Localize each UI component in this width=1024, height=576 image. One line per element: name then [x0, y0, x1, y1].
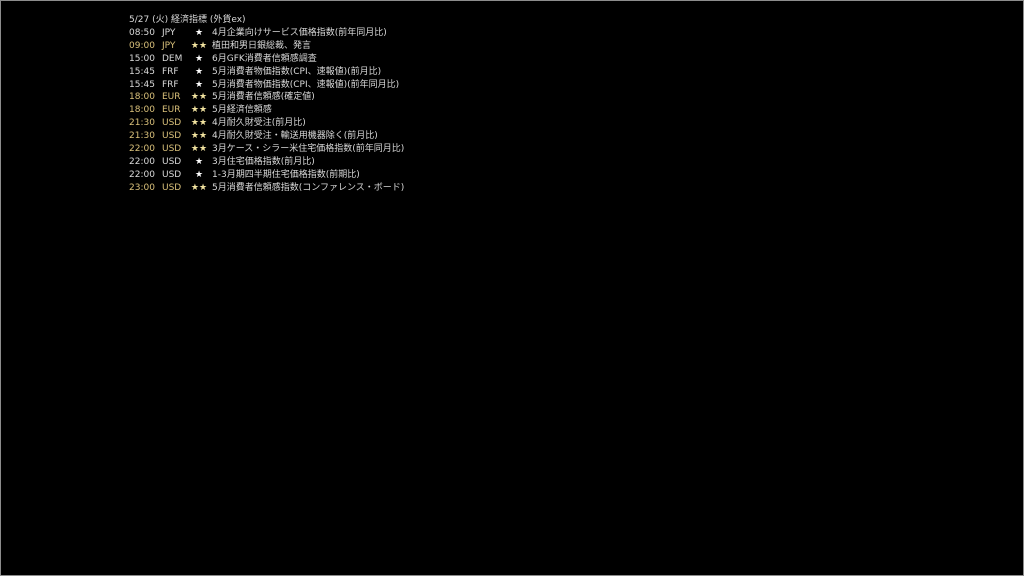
event-currency: JPY	[162, 28, 176, 38]
event-currency: USD	[162, 118, 182, 129]
event-currency: EUR	[162, 92, 181, 103]
event-name: 4月耐久財受注(前月比)	[212, 118, 306, 129]
event-time: 21:30	[129, 131, 155, 142]
event-name: 4月企業向けサービス価格指数(前年同月比)	[212, 28, 387, 38]
importance-stars: ★	[194, 169, 204, 180]
event-row: 08:50 JPY ★ 4月企業向けサービス価格指数(前年同月比)	[129, 27, 404, 40]
event-currency: JPY	[162, 40, 176, 51]
event-time: 22:00	[129, 156, 155, 167]
event-time: 21:30	[129, 118, 155, 129]
event-row: 18:00 EUR ★★ 5月消費者信頼感(確定値)	[129, 91, 404, 104]
event-time: 23:00	[129, 182, 155, 193]
event-currency: USD	[162, 169, 182, 180]
event-row: 15:00 DEM ★ 6月GFK消費者信頼感調査	[129, 53, 404, 66]
importance-stars: ★★	[190, 92, 208, 103]
importance-stars: ★★	[190, 144, 208, 155]
event-name: 5月消費者信頼感(確定値)	[212, 92, 315, 103]
event-row: 22:00 USD ★ 3月住宅価格指数(前月比)	[129, 156, 404, 169]
event-currency: FRF	[162, 79, 179, 90]
event-time: 15:45	[129, 66, 155, 77]
importance-stars: ★	[194, 28, 204, 38]
event-row: 23:00 USD ★★ 5月消費者信頼感指数(コンファレンス・ボード)	[129, 182, 404, 195]
event-name: 6月GFK消費者信頼感調査	[212, 53, 317, 64]
event-currency: USD	[162, 182, 182, 193]
event-name: 3月住宅価格指数(前月比)	[212, 156, 315, 167]
importance-stars: ★★	[190, 131, 208, 142]
event-currency: USD	[162, 144, 182, 155]
event-time: 15:00	[129, 53, 155, 64]
event-row: 15:45 FRF ★ 5月消費者物価指数(CPI、速報値)(前月比)	[129, 66, 404, 79]
event-name: 5月経済信頼感	[212, 105, 272, 116]
event-time: 22:00	[129, 144, 155, 155]
event-name: 5月消費者物価指数(CPI、速報値)(前年同月比)	[212, 79, 400, 90]
event-name: 5月消費者物価指数(CPI、速報値)(前月比)	[212, 66, 382, 77]
importance-stars: ★★	[190, 182, 208, 193]
event-currency: USD	[162, 156, 182, 167]
event-currency: USD	[162, 131, 182, 142]
event-row: 15:45 FRF ★ 5月消費者物価指数(CPI、速報値)(前年同月比)	[129, 79, 404, 92]
event-row: 09:00 JPY ★★ 植田和男日銀総裁、発言	[129, 40, 404, 53]
calendar-title: 5/27 (火) 経済指標 (外貨ex)	[129, 15, 246, 25]
event-row: 21:30 USD ★★ 4月耐久財受注(前月比)	[129, 117, 404, 130]
event-time: 22:00	[129, 169, 155, 180]
event-name: 4月耐久財受注・輸送用機器除く(前月比)	[212, 131, 378, 142]
event-name: 植田和男日銀総裁、発言	[212, 40, 312, 51]
event-time: 18:00	[129, 92, 155, 103]
event-row: 22:00 USD ★ 1-3月期四半期住宅価格指数(前期比)	[129, 169, 404, 182]
event-time: 15:45	[129, 79, 155, 90]
importance-stars: ★	[194, 53, 204, 64]
importance-stars: ★★	[190, 105, 208, 116]
event-row: 21:30 USD ★★ 4月耐久財受注・輸送用機器除く(前月比)	[129, 130, 404, 143]
importance-stars: ★	[194, 79, 204, 90]
event-time: 08:50	[129, 28, 155, 38]
event-row: 18:00 EUR ★★ 5月経済信頼感	[129, 104, 404, 117]
event-time: 18:00	[129, 105, 155, 116]
importance-stars: ★	[194, 156, 204, 167]
importance-stars: ★★	[190, 118, 208, 129]
event-currency: EUR	[162, 105, 181, 116]
importance-stars: ★★	[190, 40, 208, 51]
event-name: 3月ケース・シラー米住宅価格指数(前年同月比)	[212, 144, 405, 155]
importance-stars: ★	[194, 66, 204, 77]
event-currency: DEM	[162, 53, 183, 64]
event-currency: FRF	[162, 66, 179, 77]
event-time: 09:00	[129, 40, 155, 51]
event-name: 5月消費者信頼感指数(コンファレンス・ボード)	[212, 182, 405, 193]
event-name: 1-3月期四半期住宅価格指数(前期比)	[212, 169, 360, 180]
event-row: 22:00 USD ★★ 3月ケース・シラー米住宅価格指数(前年同月比)	[129, 143, 404, 156]
economic-calendar-panel: 5/27 (火) 経済指標 (外貨ex) 08:50 JPY ★ 4月企業向けサ…	[129, 14, 404, 195]
